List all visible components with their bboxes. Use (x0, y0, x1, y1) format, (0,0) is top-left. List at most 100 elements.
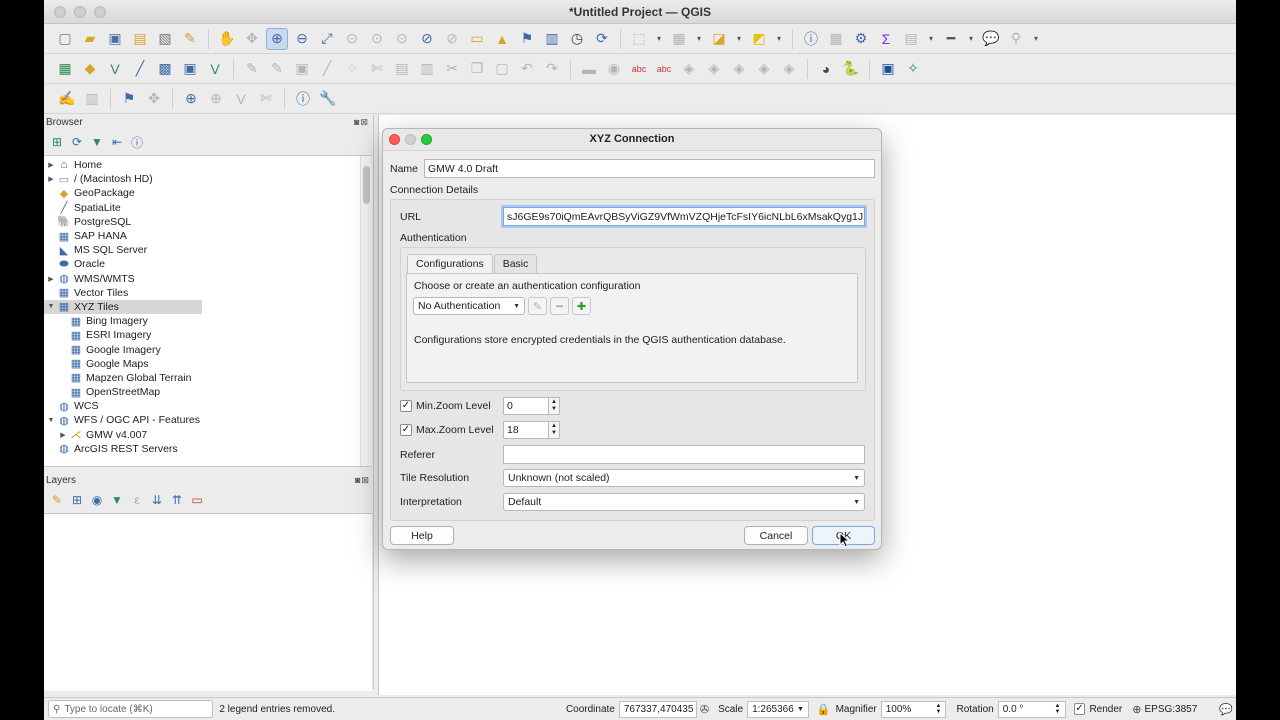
tab-configurations[interactable]: Configurations (407, 254, 493, 273)
browser-item[interactable]: 🐘 PostgreSQL (44, 215, 372, 229)
collapse-all-icon[interactable]: ⇤ (110, 135, 124, 149)
chevron-down-icon[interactable]: ▾ (965, 28, 977, 50)
filter-expression-icon[interactable]: ε (130, 493, 144, 507)
save-edits-icon[interactable]: ▣ (291, 58, 313, 80)
label-abc-red-icon[interactable]: abc (653, 58, 675, 80)
new-project-icon[interactable]: ▢ (54, 28, 76, 50)
new-temp-layer-icon[interactable]: ▣ (179, 58, 201, 80)
pin-labels-icon[interactable]: ◈ (678, 58, 700, 80)
browser-item[interactable]: ▦ SAP HANA (44, 229, 372, 243)
deselect-icon[interactable]: ◪ (708, 28, 730, 50)
locator-search[interactable]: ⚲ Type to locate (⌘K) (48, 700, 214, 718)
zoom-in-icon[interactable]: ⊕ (266, 27, 288, 50)
paste-icon[interactable]: ▢ (491, 58, 513, 80)
style-manager-icon[interactable]: ✎ (179, 28, 201, 50)
label-toolbar-icon[interactable]: ▬ (578, 58, 600, 80)
new-map-view-icon[interactable]: ▭ (466, 28, 488, 50)
collapse-all-icon[interactable]: ⇈ (170, 493, 184, 507)
max-zoom-checkbox[interactable]: ✓ (400, 424, 412, 436)
browser-item[interactable]: ◍ ArcGIS REST Servers (44, 442, 372, 456)
min-zoom-checkbox[interactable]: ✓ (400, 400, 412, 412)
filter-legend-icon[interactable]: ▼ (110, 493, 124, 507)
refresh-icon[interactable]: ⟳ (591, 28, 613, 50)
info-icon[interactable]: ⓘ (130, 134, 144, 151)
vertex-editor-icon[interactable]: V (230, 88, 252, 110)
tools-icon[interactable]: 🔧 (317, 88, 339, 110)
layer-labeling-icon[interactable]: ◉ (603, 58, 625, 80)
shape-digitize-icon[interactable]: ▥ (81, 88, 103, 110)
browser-tree[interactable]: ▶ ⌂ Home ▶ ▭ / (Macintosh HD) ◆ GeoPackage ╱ Spat… (44, 155, 372, 467)
temporal-icon[interactable]: ◷ (566, 28, 588, 50)
expand-arrow-icon[interactable]: ▶ (45, 161, 57, 169)
zoom-layer-icon[interactable]: ⊙ (366, 28, 388, 50)
max-zoom-value[interactable]: 18 (503, 421, 549, 439)
remove-auth-button[interactable]: ━ (550, 297, 569, 315)
browser-scrollbar[interactable] (360, 156, 372, 466)
save-project-icon[interactable]: ▣ (104, 28, 126, 50)
expand-arrow-icon[interactable]: ▼ (45, 417, 57, 424)
lock-scale-icon[interactable]: 🔒 (817, 703, 831, 716)
print-layout-icon[interactable]: ▤ (129, 28, 151, 50)
browser-item[interactable]: ▦ Mapzen Global Terrain (44, 371, 372, 385)
cancel-button[interactable]: Cancel (744, 526, 808, 545)
zoom-full-icon[interactable]: ⤢ (316, 28, 338, 50)
help-icon[interactable]: ▣ (877, 58, 899, 80)
messages-icon[interactable]: 💬 (1219, 703, 1233, 716)
delete-selected-icon[interactable]: ▤ (391, 58, 413, 80)
remove-layer-icon[interactable]: ▭ (190, 493, 204, 507)
identify-icon[interactable]: ⓘ (800, 28, 822, 50)
zoom-selection-icon[interactable]: ⊙ (341, 28, 363, 50)
browser-item[interactable]: ▶ ⌂ Home (44, 158, 372, 172)
move-annotation-icon[interactable]: ✥ (143, 88, 165, 110)
browser-item[interactable]: ▦ Bing Imagery (44, 314, 372, 328)
rotate-label-icon[interactable]: ◈ (753, 58, 775, 80)
browser-item[interactable]: ▼ ◍ WFS / OGC API - Features (44, 413, 372, 427)
info-icon[interactable]: ⓘ (292, 88, 314, 110)
add-group-icon[interactable]: ⊞ (70, 493, 84, 507)
change-label-icon[interactable]: ◈ (778, 58, 800, 80)
vertex-tool-icon[interactable]: ⁘ (341, 58, 363, 80)
dialog-close-button[interactable] (389, 134, 400, 145)
delete-icon[interactable]: ▥ (416, 58, 438, 80)
panel-controls-icon[interactable]: ◙⊠ (354, 117, 369, 128)
browser-item[interactable]: ▦ Google Imagery (44, 342, 372, 357)
interpretation-select[interactable]: Default ▼ (503, 493, 865, 511)
browser-item[interactable]: ▶ ◍ WMS/WMTS (44, 272, 372, 286)
browser-item[interactable]: ▦ Vector Tiles (44, 286, 372, 300)
url-input[interactable]: sJ6GE9s70iQmEAvrQBSyViGZ9VfWmVZQHjeTcFsI… (503, 207, 865, 226)
select-location-icon[interactable]: ◩ (748, 28, 770, 50)
new-shapefile-icon[interactable]: V (104, 58, 126, 80)
new-geopackage-icon[interactable]: ◆ (79, 58, 101, 80)
expand-arrow-icon[interactable]: ▶ (45, 275, 57, 283)
add-auth-button[interactable]: ✚ (572, 297, 591, 315)
spinner-icon[interactable]: ▲ ▼ (549, 397, 560, 415)
reshape-icon[interactable]: ✄ (255, 88, 277, 110)
statistics-icon[interactable]: Σ (875, 28, 897, 50)
advanced-digitize-icon[interactable]: ⊕ (205, 88, 227, 110)
open-layer-styling-icon[interactable]: ✎ (50, 493, 64, 507)
min-zoom-spinbox[interactable]: 0 ▲ ▼ (503, 397, 560, 415)
max-zoom-spinbox[interactable]: 18 ▲ ▼ (503, 421, 560, 439)
zoom-native-icon[interactable]: ⊙ (391, 28, 413, 50)
copy-icon[interactable]: ❐ (466, 58, 488, 80)
show-hide-labels-icon[interactable]: ◈ (703, 58, 725, 80)
browser-item[interactable]: ▶ ⋌ GMW v4.007 (44, 428, 372, 442)
browser-item[interactable]: ╱ SpatiaLite (44, 201, 372, 215)
min-zoom-value[interactable]: 0 (503, 397, 549, 415)
python-console-icon[interactable]: 🐍 (840, 58, 862, 80)
browser-item[interactable]: ▦ OpenStreetMap (44, 385, 372, 399)
digitize-shape-icon[interactable]: ✍ (56, 88, 78, 110)
layers-list[interactable] (44, 513, 372, 691)
new-mesh-icon[interactable]: V (204, 58, 226, 80)
filter-icon[interactable]: ▼ (90, 135, 104, 149)
expand-arrow-icon[interactable]: ▶ (57, 431, 69, 439)
edit-toggle-icon[interactable]: ✎ (241, 58, 263, 80)
show-bookmarks-icon[interactable]: ▥ (541, 28, 563, 50)
expand-arrow-icon[interactable]: ▼ (45, 303, 57, 310)
browser-item[interactable]: ▦ ESRI Imagery (44, 328, 372, 342)
crs-icon[interactable]: ⊕ (1132, 703, 1141, 716)
zoom-last-icon[interactable]: ⊘ (416, 28, 438, 50)
undo-icon[interactable]: ↶ (516, 58, 538, 80)
annotation-icon[interactable]: ⚑ (118, 88, 140, 110)
browser-item[interactable]: ◍ WCS (44, 399, 372, 413)
